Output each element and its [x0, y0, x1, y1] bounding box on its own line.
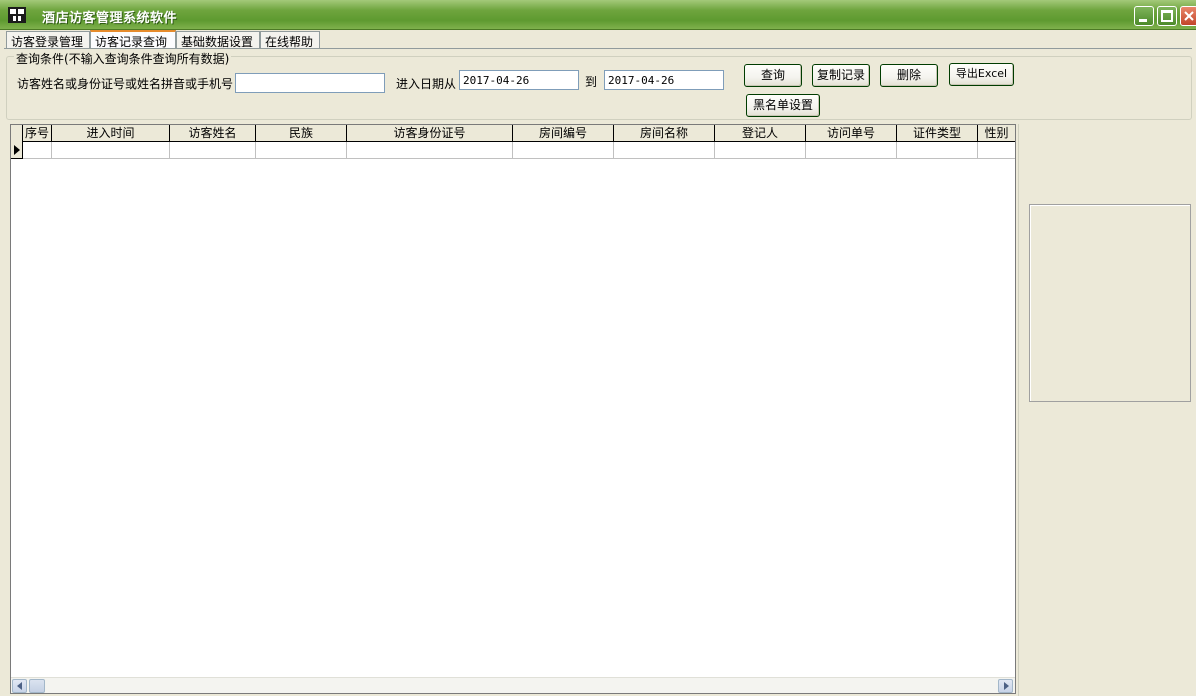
- title-bar[interactable]: 酒店访客管理系统软件: [0, 0, 1196, 30]
- close-icon: [1184, 11, 1194, 21]
- col-header-room-number[interactable]: 房间编号: [513, 125, 614, 142]
- delete-button[interactable]: 删除: [880, 64, 938, 87]
- col-header-id-type[interactable]: 证件类型: [897, 125, 978, 142]
- app-icon: [8, 7, 26, 23]
- cell-id-type[interactable]: [897, 142, 978, 158]
- col-header-ethnicity[interactable]: 民族: [256, 125, 347, 142]
- scroll-left-icon: [17, 682, 22, 690]
- col-header-entry-time[interactable]: 进入时间: [52, 125, 170, 142]
- tab-visitor-records[interactable]: 访客记录查询: [90, 30, 176, 49]
- row-indicator-icon: [14, 145, 20, 155]
- col-header-registrar[interactable]: 登记人: [715, 125, 806, 142]
- cell-visit-number[interactable]: [806, 142, 897, 158]
- grid-header: 序号 进入时间 访客姓名 民族 访客身份证号 房间编号 房间名称 登记人 访问单…: [11, 125, 1015, 142]
- close-button[interactable]: [1180, 6, 1196, 26]
- row-indicator[interactable]: [11, 142, 23, 159]
- horizontal-scrollbar[interactable]: [11, 677, 1015, 693]
- export-excel-button[interactable]: 导出Excel: [949, 63, 1014, 86]
- col-header-room-name[interactable]: 房间名称: [614, 125, 715, 142]
- scroll-thumb[interactable]: [29, 679, 45, 693]
- scroll-left-button[interactable]: [12, 679, 27, 693]
- name-search-label: 访客姓名或身份证号或姓名拼音或手机号: [17, 77, 234, 91]
- date-from-input[interactable]: [459, 70, 579, 90]
- visitor-photo-frame: [1029, 204, 1191, 402]
- copy-record-button[interactable]: 复制记录: [812, 64, 870, 87]
- cell-room-name[interactable]: [614, 142, 715, 158]
- cell-gender[interactable]: [978, 142, 1015, 158]
- query-group-title: 查询条件(不输入查询条件查询所有数据): [14, 50, 232, 67]
- cell-entry-time[interactable]: [52, 142, 170, 158]
- date-from-label: 进入日期从: [396, 77, 457, 91]
- col-header-visitor-name[interactable]: 访客姓名: [170, 125, 256, 142]
- cell-id-number[interactable]: [347, 142, 513, 158]
- tab-divider: [4, 48, 1192, 49]
- minimize-button[interactable]: [1134, 6, 1154, 26]
- cell-seq[interactable]: [23, 142, 52, 158]
- window-title: 酒店访客管理系统软件: [42, 11, 178, 26]
- col-header-visit-number[interactable]: 访问单号: [806, 125, 897, 142]
- blacklist-settings-button[interactable]: 黑名单设置: [746, 94, 820, 117]
- maximize-button[interactable]: [1157, 6, 1177, 26]
- grid-corner: [11, 125, 23, 142]
- records-grid[interactable]: 序号 进入时间 访客姓名 民族 访客身份证号 房间编号 房间名称 登记人 访问单…: [10, 124, 1016, 694]
- cell-registrar[interactable]: [715, 142, 806, 158]
- tab-online-help[interactable]: 在线帮助: [260, 31, 320, 49]
- name-search-input[interactable]: [235, 73, 385, 93]
- scroll-right-button[interactable]: [998, 679, 1013, 693]
- date-to-label: 到: [585, 75, 598, 89]
- table-row[interactable]: [11, 142, 1015, 159]
- tab-basic-data[interactable]: 基础数据设置: [176, 31, 260, 49]
- query-button[interactable]: 查询: [744, 64, 802, 87]
- col-header-seq[interactable]: 序号: [23, 125, 52, 142]
- scroll-right-icon: [1004, 682, 1009, 690]
- cell-room-number[interactable]: [513, 142, 614, 158]
- cell-ethnicity[interactable]: [256, 142, 347, 158]
- col-header-gender[interactable]: 性别: [978, 125, 1015, 142]
- minimize-icon: [1139, 19, 1147, 22]
- detail-panel: [1018, 124, 1196, 696]
- date-to-input[interactable]: [604, 70, 724, 90]
- app-window: 酒店访客管理系统软件 访客登录管理 访客记录查询 基础数据设置 在线帮助 查询条…: [0, 0, 1196, 696]
- maximize-icon: [1161, 10, 1173, 22]
- cell-visitor-name[interactable]: [170, 142, 256, 158]
- tab-visitor-login[interactable]: 访客登录管理: [6, 31, 90, 49]
- col-header-id-number[interactable]: 访客身份证号: [347, 125, 513, 142]
